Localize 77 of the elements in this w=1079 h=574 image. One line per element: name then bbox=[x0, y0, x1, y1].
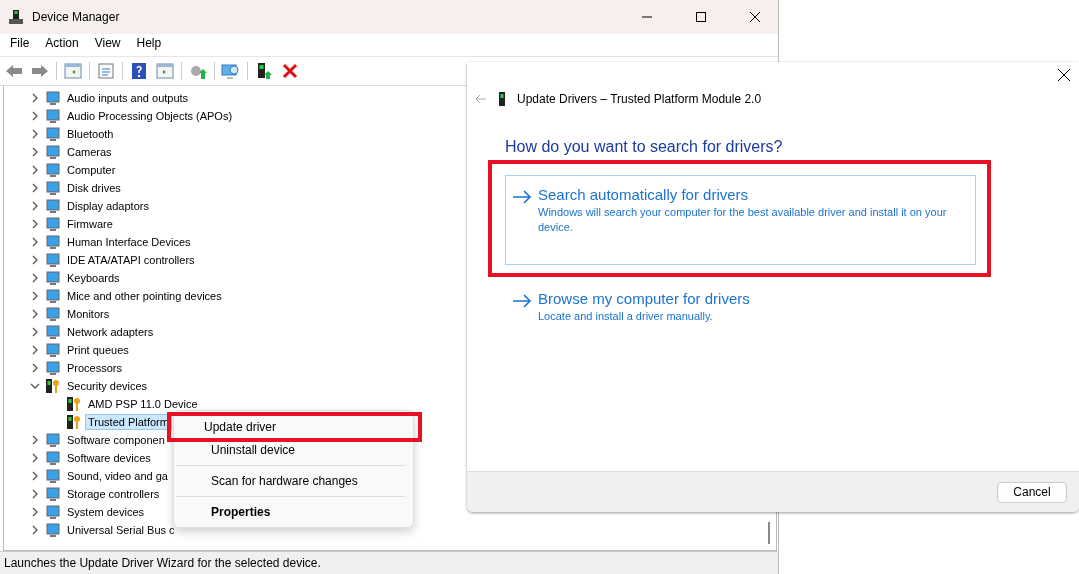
device-icon bbox=[45, 468, 61, 484]
status-text: Launches the Update Driver Wizard for the selected device. bbox=[4, 556, 321, 570]
device-icon bbox=[45, 126, 61, 142]
tree-item[interactable]: Cameras bbox=[64, 144, 115, 160]
device-icon bbox=[45, 144, 61, 160]
app-icon bbox=[8, 9, 24, 25]
dialog-title: Update Drivers – Trusted Platform Module 2.0 bbox=[517, 92, 762, 106]
menu-item[interactable]: Update driver bbox=[167, 412, 422, 442]
device-icon bbox=[45, 324, 61, 340]
menu-item[interactable]: Help bbox=[128, 34, 170, 52]
scan-icon[interactable] bbox=[221, 62, 241, 80]
help-icon[interactable] bbox=[129, 62, 149, 80]
tree-item[interactable]: Audio inputs and outputs bbox=[64, 90, 192, 106]
tree-item[interactable]: System devices bbox=[64, 504, 148, 520]
tree-item[interactable]: Mice and other pointing devices bbox=[64, 288, 225, 304]
device-icon bbox=[45, 522, 61, 538]
tree-item[interactable]: Software devices bbox=[64, 450, 154, 466]
menu-item[interactable]: Uninstall device bbox=[174, 439, 413, 461]
tree-item[interactable]: IDE ATA/ATAPI controllers bbox=[64, 252, 198, 268]
arrow-icon bbox=[512, 190, 532, 204]
device-icon bbox=[45, 450, 61, 466]
window-title: Device Manager bbox=[32, 10, 121, 24]
tree-item[interactable]: Display adaptors bbox=[64, 198, 152, 214]
device-icon bbox=[45, 270, 61, 286]
tree-item[interactable]: AMD PSP 11.0 Device bbox=[85, 396, 201, 412]
device-icon bbox=[45, 486, 61, 502]
device-icon bbox=[45, 360, 61, 376]
scrollbar[interactable] bbox=[768, 522, 770, 544]
arrow-icon bbox=[512, 294, 532, 308]
device-icon bbox=[45, 198, 61, 214]
tree-item[interactable]: Monitors bbox=[64, 306, 113, 322]
back-icon[interactable] bbox=[4, 62, 24, 80]
remove-icon[interactable] bbox=[280, 62, 300, 80]
device-icon bbox=[45, 90, 61, 106]
device-icon bbox=[45, 504, 61, 520]
tree-item[interactable]: Disk drives bbox=[64, 180, 124, 196]
device-icon bbox=[45, 216, 61, 232]
device-icon bbox=[45, 432, 61, 448]
tree-item[interactable]: Security devices bbox=[64, 378, 151, 394]
device-icon bbox=[45, 234, 61, 250]
option-link[interactable]: Search automatically for drivers Windows will search your computer for the best available driver and install it on your device. bbox=[505, 175, 976, 265]
device-icon bbox=[45, 342, 61, 358]
device-icon bbox=[45, 162, 61, 178]
tree-item[interactable]: Audio Processing Objects (APOs) bbox=[64, 108, 236, 124]
dialog-heading: How do you want to search for drivers? bbox=[505, 138, 784, 156]
forward-icon[interactable] bbox=[30, 62, 50, 80]
device-icon bbox=[45, 306, 61, 322]
tree-item[interactable]: Sound, video and ga bbox=[64, 468, 171, 484]
tree-item[interactable]: Processors bbox=[64, 360, 126, 376]
close-icon[interactable] bbox=[1057, 68, 1071, 82]
tree-item[interactable]: Universal Serial Bus c bbox=[64, 522, 178, 538]
tree-item[interactable]: Network adapters bbox=[64, 324, 157, 340]
tree-item[interactable]: Human Interface Devices bbox=[64, 234, 194, 250]
option-link[interactable]: Browse my computer for drivers Locate and install a driver manually. bbox=[505, 279, 976, 325]
menu-item[interactable]: Action bbox=[37, 34, 87, 52]
tree-item[interactable]: Keyboards bbox=[64, 270, 123, 286]
maximize-icon bbox=[696, 12, 706, 22]
device-icon bbox=[45, 252, 61, 268]
device-icon bbox=[45, 288, 61, 304]
security-device-icon bbox=[66, 396, 82, 412]
menu-item[interactable]: Properties bbox=[174, 501, 413, 523]
device-icon bbox=[497, 92, 507, 106]
tree-item[interactable]: Storage controllers bbox=[64, 486, 163, 502]
tree-item[interactable]: Print queues bbox=[64, 342, 132, 358]
device-icon bbox=[45, 108, 61, 124]
menu-item[interactable]: View bbox=[86, 34, 129, 52]
menu-item[interactable]: Scan for hardware changes bbox=[174, 470, 413, 492]
security-device-icon bbox=[45, 378, 61, 394]
tree-item[interactable]: Computer bbox=[64, 162, 119, 178]
security-device-icon bbox=[66, 414, 82, 430]
menu-item[interactable]: File bbox=[2, 34, 38, 52]
tree-item[interactable]: Firmware bbox=[64, 216, 116, 232]
cancel-button[interactable]: Cancel bbox=[997, 481, 1067, 503]
device-icon bbox=[45, 180, 61, 196]
close-icon bbox=[750, 12, 760, 22]
tree-item[interactable]: Bluetooth bbox=[64, 126, 117, 142]
tree-item[interactable]: Software componen bbox=[64, 432, 168, 448]
